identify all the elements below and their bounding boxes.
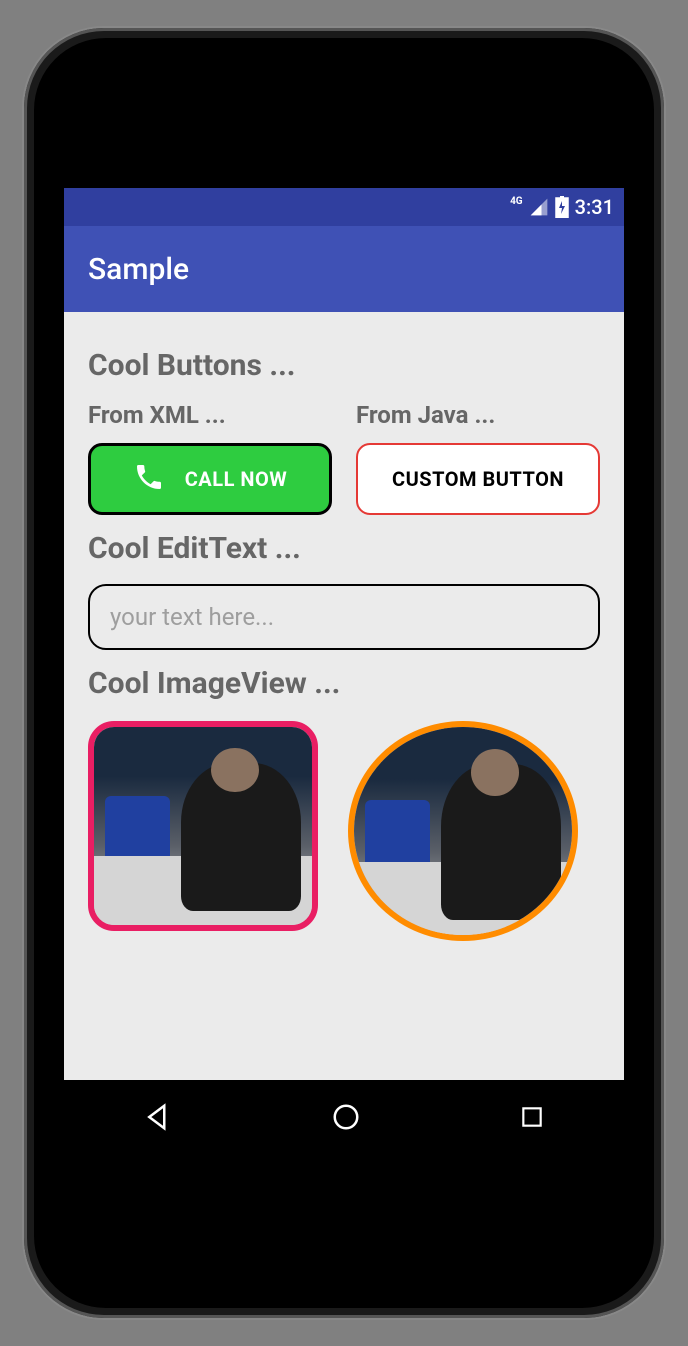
phone-icon	[133, 461, 165, 498]
battery-icon	[555, 196, 569, 218]
phone-frame: 4G 3:31 Sample Cool Buttons ... From XML…	[24, 28, 664, 1318]
back-icon[interactable]	[143, 1102, 173, 1136]
imageview-rounded	[88, 721, 318, 931]
status-bar: 4G 3:31	[64, 188, 624, 226]
content-area: Cool Buttons ... From XML ... CALL NOW F…	[64, 312, 624, 1080]
label-from-java: From Java ...	[356, 401, 600, 429]
navigation-bar	[64, 1080, 624, 1158]
call-now-label: CALL NOW	[185, 467, 288, 491]
section-edittext-title: Cool EditText ...	[88, 531, 600, 566]
imageview-circle	[348, 721, 578, 941]
app-bar: Sample	[64, 226, 624, 312]
signal-icon	[529, 197, 549, 217]
custom-button[interactable]: CUSTOM BUTTON	[356, 443, 600, 515]
text-input-placeholder: your text here...	[110, 603, 274, 631]
recent-apps-icon[interactable]	[519, 1104, 545, 1134]
section-buttons-title: Cool Buttons ...	[88, 348, 600, 383]
screen: 4G 3:31 Sample Cool Buttons ... From XML…	[64, 188, 624, 1158]
section-imageview-title: Cool ImageView ...	[88, 666, 600, 701]
app-title: Sample	[88, 252, 189, 287]
custom-button-label: CUSTOM BUTTON	[392, 467, 564, 491]
status-time: 3:31	[575, 195, 614, 219]
call-now-button[interactable]: CALL NOW	[88, 443, 332, 515]
network-icon: 4G	[510, 196, 523, 207]
home-icon[interactable]	[331, 1102, 361, 1136]
text-input[interactable]: your text here...	[88, 584, 600, 650]
label-from-xml: From XML ...	[88, 401, 332, 429]
